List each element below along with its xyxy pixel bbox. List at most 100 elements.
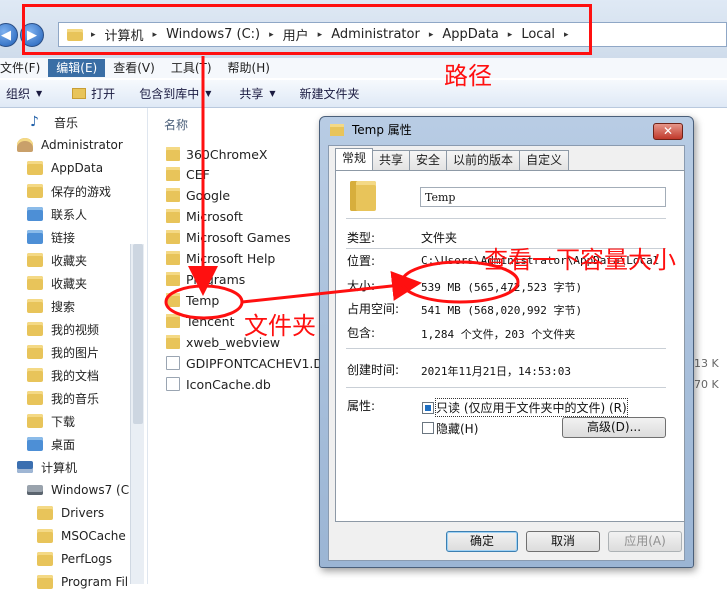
contacts-icon [27,207,43,221]
sidebar-item-pictures[interactable]: 我的图片 [27,342,99,362]
menu-tools[interactable]: 工具(T) [163,59,220,77]
file-row-programs[interactable]: Programs [166,269,245,289]
pictures-folder-icon [27,345,43,359]
sidebar-scrollbar[interactable] [130,244,144,584]
folder-icon [166,147,180,161]
column-header-name[interactable]: 名称 [164,116,188,133]
file-icon [166,377,180,391]
share-button[interactable]: 共享 ▼ [225,85,289,102]
sidebar-item-computer[interactable]: 计算机 [17,457,77,477]
hidden-checkbox[interactable] [422,422,434,434]
file-row-google[interactable]: Google [166,185,230,205]
sidebar-item-administrator[interactable]: Administrator [17,135,123,155]
size-value: 539 MB (565,472,523 字节) [421,281,583,294]
sidebar-item-appdata[interactable]: AppData [27,158,103,178]
sidebar-item-downloads[interactable]: 下载 [27,411,75,431]
folder-icon [330,123,344,136]
menu-view[interactable]: 查看(V) [105,59,163,77]
sidebar-item-drive-c[interactable]: Windows7 (C: [27,480,133,500]
sidebar-item-favorites[interactable]: 收藏夹 [27,250,87,270]
folder-name-input[interactable] [420,187,666,207]
sidebar-item-msocache[interactable]: MSOCache [37,526,126,546]
dialog-tabs: 常规 共享 安全 以前的版本 自定义 [335,148,570,170]
close-button[interactable]: ✕ [653,123,683,140]
folder-icon [37,506,53,520]
contains-value: 1,284 个文件，203 个文件夹 [421,328,576,341]
sidebar-item-contacts[interactable]: 联系人 [27,204,87,224]
tab-general[interactable]: 常规 [335,148,374,170]
menu-edit[interactable]: 编辑(E) [48,59,106,77]
readonly-checkbox[interactable] [422,402,434,414]
dialog-title: Temp 属性 [330,121,412,138]
tab-previous-versions[interactable]: 以前的版本 [446,150,521,170]
chevron-down-icon: ▼ [36,89,43,98]
tab-security[interactable]: 安全 [409,150,448,170]
folder-icon [37,529,53,543]
advanced-button[interactable]: 高级(D)... [562,417,666,438]
file-row-temp[interactable]: Temp [166,290,219,310]
folder-icon [27,184,43,198]
star-icon [27,276,43,290]
sidebar-item-saved-games[interactable]: 保存的游戏 [27,181,111,201]
size-label: 大小: [347,279,376,293]
menu-bar: 文件(F) 编辑(E) 查看(V) 工具(T) 帮助(H) [0,58,727,78]
file-row-iconcache[interactable]: IconCache.db [166,374,271,394]
file-row-360chromex[interactable]: 360ChromeX [166,144,267,164]
sidebar-item-searches[interactable]: 搜索 [27,296,75,316]
file-row-microsoft-help[interactable]: Microsoft Help [166,248,275,268]
cancel-button[interactable]: 取消 [526,531,600,552]
sidebar-item-perflogs[interactable]: PerfLogs [37,549,112,569]
folder-icon [166,314,180,328]
downloads-folder-icon [27,414,43,428]
back-button[interactable]: ◀ [0,23,18,47]
annotation-folder-label: 文件夹 [244,312,316,340]
sidebar-item-links[interactable]: 链接 [27,227,75,247]
general-tab-panel [335,170,685,522]
music-folder-icon [27,391,43,405]
folder-icon [166,167,180,181]
sidebar-item-drivers[interactable]: Drivers [37,503,104,523]
readonly-label[interactable]: 只读 (仅应用于文件夹中的文件) (R) [435,398,628,417]
folder-icon [166,335,180,349]
contains-label: 包含: [347,326,376,340]
menu-help[interactable]: 帮助(H) [220,59,278,77]
sidebar-item-music[interactable]: ♪ 音乐 [30,112,78,132]
organize-button[interactable]: 组织 ▼ [0,85,56,102]
folder-icon [166,230,180,244]
file-row-tencent[interactable]: Tencent [166,311,235,331]
menu-file[interactable]: 文件(F) [0,59,48,77]
divider [346,387,666,388]
file-row-microsoft-games[interactable]: Microsoft Games [166,227,291,247]
toolbar: 组织 ▼ 打开 包含到库中 ▼ 共享 ▼ 新建文件夹 [0,80,727,108]
folder-icon [166,188,180,202]
tab-sharing[interactable]: 共享 [372,150,411,170]
annotation-path-label: 路径 [444,62,492,90]
sidebar-item-desktop[interactable]: 桌面 [27,434,75,454]
computer-icon [17,461,33,473]
tab-customize[interactable]: 自定义 [519,150,570,170]
folder-icon [166,293,180,307]
sidebar-item-favorites-2[interactable]: 收藏夹 [27,273,87,293]
file-row-gdipfontcache[interactable]: GDIPFONTCACHEV1.DA [166,353,331,373]
file-row-cef[interactable]: CEF [166,164,210,184]
sidebar-item-documents[interactable]: 我的文档 [27,365,99,385]
include-in-library-button[interactable]: 包含到库中 ▼ [129,85,225,102]
desktop-icon [27,437,43,451]
chevron-down-icon: ▼ [205,89,212,98]
sidebar-item-program-files[interactable]: Program Fil [37,572,128,592]
open-button[interactable]: 打开 [56,85,129,102]
folder-icon [166,272,180,286]
search-icon [27,299,43,313]
ok-button[interactable]: 确定 [446,531,518,552]
hidden-label[interactable]: 隐藏(H) [436,420,478,437]
apply-button[interactable]: 应用(A) [608,531,682,552]
file-row-microsoft[interactable]: Microsoft [166,206,243,226]
star-icon [27,253,43,267]
sidebar-item-my-music[interactable]: 我的音乐 [27,388,99,408]
annotation-size-label: 查看一下容量大小 [484,246,676,274]
scrollbar-thumb[interactable] [133,244,143,424]
new-folder-button[interactable]: 新建文件夹 [290,85,374,102]
type-value: 文件夹 [421,231,458,245]
sidebar-item-videos[interactable]: 我的视频 [27,319,99,339]
folder-icon [72,88,87,99]
